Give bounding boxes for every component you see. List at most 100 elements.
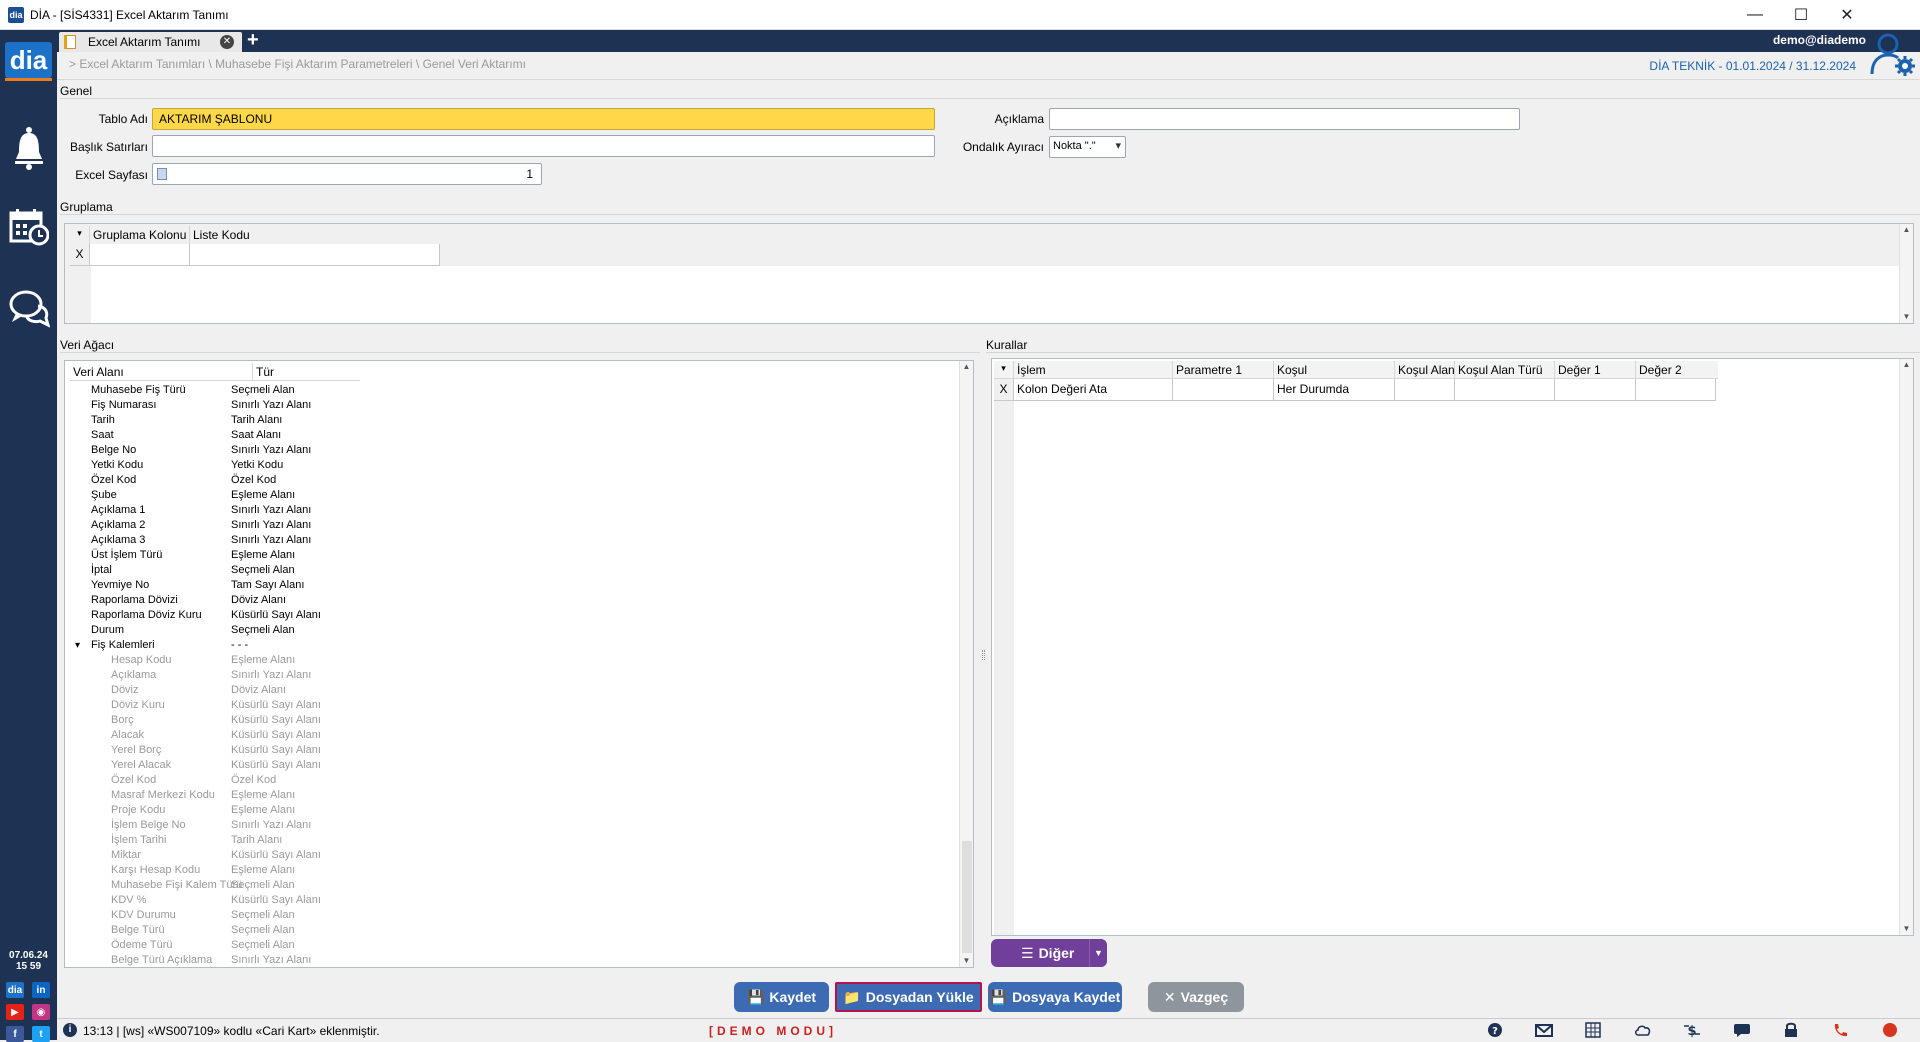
- mail-icon[interactable]: [1535, 1022, 1553, 1038]
- kurallar-scrollbar[interactable]: ▲ ▼: [1899, 359, 1913, 935]
- tree-row[interactable]: Raporlama Dövizi Döviz Alanı: [73, 593, 953, 608]
- user-settings-icon[interactable]: [1870, 30, 1916, 76]
- scroll-up-icon[interactable]: ▲: [1900, 359, 1913, 371]
- tree-row[interactable]: Özel Kod Özel Kod: [73, 473, 953, 488]
- tree-row[interactable]: Saat Saat Alanı: [73, 428, 953, 443]
- scroll-down-icon[interactable]: ▼: [1900, 923, 1913, 935]
- tree-row[interactable]: KDV Durumu Seçmeli Alan: [73, 908, 953, 923]
- tree-row[interactable]: Üst İşlem Türü Eşleme Alanı: [73, 548, 953, 563]
- tree-row[interactable]: Fiş Numarası Sınırlı Yazı Alanı: [73, 398, 953, 413]
- cloud-sync-icon[interactable]: [1634, 1022, 1652, 1038]
- tree-row[interactable]: Yevmiye No Tam Sayı Alanı: [73, 578, 953, 593]
- cell-kosul[interactable]: Her Durumda: [1274, 379, 1395, 401]
- tree-row[interactable]: Belge Türü Açıklama Sınırlı Yazı Alanı: [73, 953, 953, 968]
- tree-row[interactable]: Açıklama 1 Sınırlı Yazı Alanı: [73, 503, 953, 518]
- tree-row[interactable]: Döviz Kuru Küsürlü Sayı Alanı: [73, 698, 953, 713]
- tree-row[interactable]: Belge No Sınırlı Yazı Alanı: [73, 443, 953, 458]
- cell-gruplama-kolonu[interactable]: [90, 244, 190, 266]
- tree-row[interactable]: ▾ Fiş Kalemleri - - -: [73, 638, 953, 653]
- column-filter-icon[interactable]: ▾: [70, 226, 90, 244]
- aciklama-input[interactable]: [1049, 108, 1520, 130]
- col-liste-kodu[interactable]: Liste Kodu: [190, 226, 290, 244]
- tree-row[interactable]: Özel Kod Özel Kod: [73, 773, 953, 788]
- close-window-icon[interactable]: ✕: [1824, 0, 1870, 30]
- col-tur[interactable]: Tür: [253, 363, 353, 380]
- bell-icon[interactable]: [0, 126, 57, 170]
- scroll-down-icon[interactable]: ▼: [1900, 311, 1913, 323]
- col-parametre-1[interactable]: Parametre 1: [1173, 361, 1274, 378]
- tree-row[interactable]: Proje Kodu Eşleme Alanı: [73, 803, 953, 818]
- tree-row[interactable]: Masraf Merkezi Kodu Eşleme Alanı: [73, 788, 953, 803]
- phone-icon[interactable]: [1832, 1022, 1850, 1038]
- calendar-clock-icon[interactable]: [0, 208, 57, 246]
- tab-excel-aktarim-tanimi[interactable]: Excel Aktarım Tanımı ✕: [59, 32, 242, 52]
- diger-button[interactable]: ☰ Diğer ▼: [991, 939, 1107, 967]
- scroll-up-icon[interactable]: ▲: [960, 361, 973, 373]
- tree-row[interactable]: Tarih Tarih Alanı: [73, 413, 953, 428]
- cell-deger-2[interactable]: [1636, 379, 1716, 401]
- veri-agaci-scrollbar[interactable]: ▲ ▼: [959, 361, 973, 967]
- col-deger-2[interactable]: Değer 2: [1636, 361, 1716, 378]
- col-islem[interactable]: İşlem: [1014, 361, 1173, 378]
- tree-row[interactable]: Ödeme Türü Seçmeli Alan: [73, 938, 953, 953]
- currency-exchange-icon[interactable]: $: [1683, 1022, 1701, 1038]
- tree-row[interactable]: Miktar Küsürlü Sayı Alanı: [73, 848, 953, 863]
- gruplama-grid-row[interactable]: X: [70, 244, 440, 266]
- tree-row[interactable]: Belge Türü Seçmeli Alan: [73, 923, 953, 938]
- col-veri-alani[interactable]: Veri Alanı: [70, 363, 253, 380]
- tree-row[interactable]: Raporlama Döviz Kuru Küsürlü Sayı Alanı: [73, 608, 953, 623]
- tablo-adi-input[interactable]: AKTARIM ŞABLONU: [152, 108, 935, 130]
- cell-kosul-alan[interactable]: [1395, 379, 1455, 401]
- cell-deger-1[interactable]: [1555, 379, 1636, 401]
- tree-row[interactable]: Açıklama Sınırlı Yazı Alanı: [73, 668, 953, 683]
- col-gruplama-kolonu[interactable]: Gruplama Kolonu: [90, 226, 190, 244]
- tree-row[interactable]: Muhasebe Fişi Kalem Türü Seçmeli Alan: [73, 878, 953, 893]
- maximize-icon[interactable]: ☐: [1778, 0, 1824, 30]
- scroll-thumb[interactable]: [962, 841, 972, 953]
- column-filter-icon[interactable]: ▾: [994, 361, 1014, 378]
- tree-row[interactable]: Alacak Küsürlü Sayı Alanı: [73, 728, 953, 743]
- tree-row[interactable]: Borç Küsürlü Sayı Alanı: [73, 713, 953, 728]
- instagram-icon[interactable]: ◉: [32, 1004, 50, 1020]
- tree-row[interactable]: Açıklama 3 Sınırlı Yazı Alanı: [73, 533, 953, 548]
- tree-row[interactable]: Yerel Borç Küsürlü Sayı Alanı: [73, 743, 953, 758]
- tree-row[interactable]: Yerel Alacak Küsürlü Sayı Alanı: [73, 758, 953, 773]
- cell-liste-kodu[interactable]: [190, 244, 440, 266]
- cell-parametre-1[interactable]: [1173, 379, 1274, 401]
- tree-row[interactable]: Şube Eşleme Alanı: [73, 488, 953, 503]
- brand-logo[interactable]: dia: [5, 42, 52, 78]
- col-kosul[interactable]: Koşul: [1274, 361, 1395, 378]
- ondalik-ayiraci-select[interactable]: Nokta "." ▾: [1049, 136, 1126, 158]
- tree-row[interactable]: İşlem Belge No Sınırlı Yazı Alanı: [73, 818, 953, 833]
- tab-close-icon[interactable]: ✕: [220, 35, 234, 49]
- col-kosul-alan-turu[interactable]: Koşul Alan Türü: [1455, 361, 1555, 378]
- record-status-icon[interactable]: [1881, 1022, 1899, 1038]
- kurallar-grid-row[interactable]: X Kolon Değeri Ata Her Durumda: [994, 379, 1716, 401]
- tree-row[interactable]: Durum Seçmeli Alan: [73, 623, 953, 638]
- tree-row[interactable]: Hesap Kodu Eşleme Alanı: [73, 653, 953, 668]
- col-kosul-alan[interactable]: Koşul Alan: [1395, 361, 1455, 378]
- linkedin-icon[interactable]: in: [32, 982, 50, 998]
- chevron-down-icon[interactable]: ▼: [1089, 939, 1107, 967]
- gruplama-scrollbar[interactable]: ▲ ▼: [1899, 224, 1913, 323]
- chat-bubble-icon[interactable]: [0, 288, 57, 328]
- cell-islem[interactable]: Kolon Değeri Ata: [1014, 379, 1173, 401]
- tree-row[interactable]: Karşı Hesap Kodu Eşleme Alanı: [73, 863, 953, 878]
- excel-sayfasi-input[interactable]: 1: [152, 163, 542, 185]
- scroll-down-icon[interactable]: ▼: [960, 955, 973, 967]
- calculator-icon[interactable]: [1584, 1022, 1602, 1038]
- minimize-icon[interactable]: —: [1732, 0, 1778, 30]
- dosyadan-yukle-button[interactable]: 📁 Dosyadan Yükle: [835, 982, 982, 1012]
- tree-row[interactable]: İptal Seçmeli Alan: [73, 563, 953, 578]
- col-deger-1[interactable]: Değer 1: [1555, 361, 1636, 378]
- tree-row[interactable]: Yetki Kodu Yetki Kodu: [73, 458, 953, 473]
- lock-icon[interactable]: [1782, 1022, 1800, 1038]
- youtube-icon[interactable]: ▶: [6, 1004, 24, 1020]
- tree-row[interactable]: KDV % Küsürlü Sayı Alanı: [73, 893, 953, 908]
- splitter-handle[interactable]: [982, 650, 985, 660]
- dosyaya-kaydet-button[interactable]: 💾 Dosyaya Kaydet: [988, 982, 1122, 1012]
- help-icon[interactable]: ?: [1486, 1022, 1504, 1038]
- new-tab-plus-icon[interactable]: +: [247, 29, 259, 52]
- baslik-satirlari-input[interactable]: [152, 135, 935, 157]
- tree-row[interactable]: Döviz Döviz Alanı: [73, 683, 953, 698]
